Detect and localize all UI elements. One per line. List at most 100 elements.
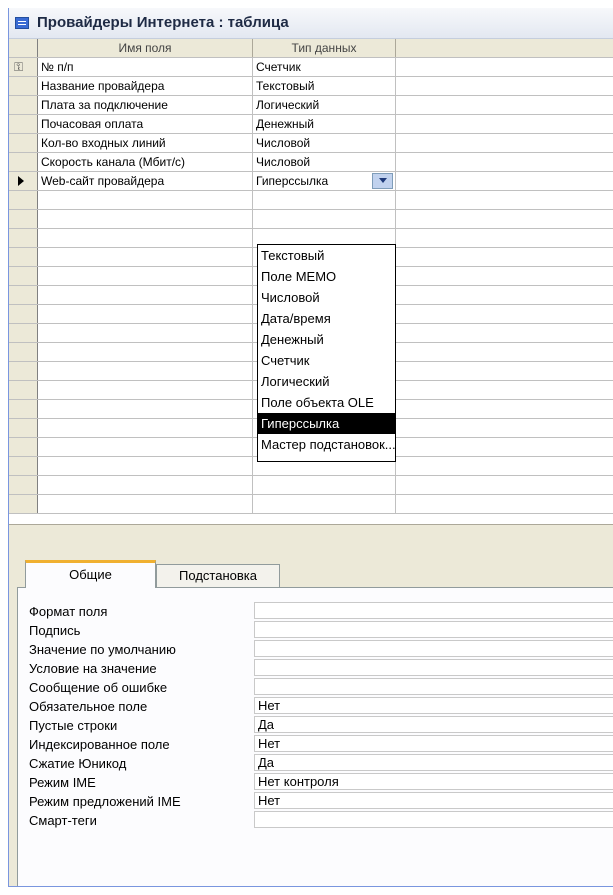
table-row[interactable]: Кол-во входных линий Числовой — [9, 134, 613, 153]
row-selector[interactable] — [9, 210, 38, 228]
field-name-cell[interactable] — [38, 210, 253, 228]
data-type-value[interactable]: Гиперссылка — [256, 174, 328, 188]
row-selector[interactable] — [9, 96, 38, 114]
description-cell[interactable] — [396, 267, 613, 285]
field-name-cell[interactable] — [38, 305, 253, 323]
row-selector[interactable] — [9, 343, 38, 361]
row-selector[interactable] — [9, 134, 38, 152]
row-selector[interactable] — [9, 172, 38, 190]
field-name-cell[interactable] — [38, 324, 253, 342]
description-cell[interactable] — [396, 362, 613, 380]
description-cell[interactable] — [396, 438, 613, 456]
data-type-dropdown-list[interactable]: Текстовый Поле MEMO Числовой Дата/время … — [257, 244, 396, 462]
field-name-cell[interactable] — [38, 419, 253, 437]
description-cell[interactable] — [396, 495, 613, 513]
dropdown-option[interactable]: Логический — [258, 371, 395, 392]
description-cell[interactable] — [396, 77, 613, 95]
field-name-cell[interactable] — [38, 286, 253, 304]
column-header-field-name[interactable]: Имя поля — [38, 39, 253, 57]
row-selector[interactable] — [9, 229, 38, 247]
property-value[interactable] — [254, 602, 613, 619]
table-row[interactable]: Web-сайт провайдера Гиперссылка — [9, 172, 613, 191]
property-value[interactable]: Да — [254, 716, 613, 733]
description-cell[interactable] — [396, 400, 613, 418]
description-cell[interactable] — [396, 210, 613, 228]
field-name-cell[interactable] — [38, 400, 253, 418]
property-value[interactable] — [254, 811, 613, 828]
row-selector[interactable] — [9, 191, 38, 209]
description-cell[interactable] — [396, 381, 613, 399]
dropdown-option[interactable]: Числовой — [258, 287, 395, 308]
data-type-cell[interactable]: Числовой — [253, 153, 396, 171]
field-name-cell[interactable] — [38, 191, 253, 209]
field-name-cell[interactable]: Название провайдера — [38, 77, 253, 95]
field-name-cell[interactable] — [38, 476, 253, 494]
field-name-cell[interactable] — [38, 457, 253, 475]
property-value[interactable]: Нет — [254, 735, 613, 752]
description-cell[interactable] — [396, 96, 613, 114]
field-name-cell[interactable]: Скорость канала (Мбит/с) — [38, 153, 253, 171]
field-name-cell[interactable]: Почасовая оплата — [38, 115, 253, 133]
data-type-cell[interactable]: Текстовый — [253, 77, 396, 95]
description-cell[interactable] — [396, 305, 613, 323]
description-cell[interactable] — [396, 324, 613, 342]
field-name-cell[interactable]: Web-сайт провайдера — [38, 172, 253, 190]
row-selector[interactable] — [9, 305, 38, 323]
field-name-cell[interactable] — [38, 381, 253, 399]
dropdown-option[interactable]: Поле объекта OLE — [258, 392, 395, 413]
data-type-cell[interactable] — [253, 191, 396, 209]
field-name-cell[interactable] — [38, 229, 253, 247]
dropdown-option-selected[interactable]: Гиперссылка — [258, 413, 395, 434]
dropdown-option[interactable]: Мастер подстановок... — [258, 434, 395, 455]
tab-lookup[interactable]: Подстановка — [156, 564, 280, 588]
row-selector[interactable] — [9, 362, 38, 380]
field-name-cell[interactable] — [38, 438, 253, 456]
table-row[interactable]: Плата за подключение Логический — [9, 96, 613, 115]
field-name-cell[interactable]: Кол-во входных линий — [38, 134, 253, 152]
row-selector[interactable]: ⚿ — [9, 58, 38, 76]
data-type-cell[interactable]: Счетчик — [253, 58, 396, 76]
field-name-cell[interactable] — [38, 267, 253, 285]
property-value[interactable] — [254, 678, 613, 695]
description-cell[interactable] — [396, 457, 613, 475]
description-cell[interactable] — [396, 134, 613, 152]
table-row[interactable]: Скорость канала (Мбит/с) Числовой — [9, 153, 613, 172]
row-selector[interactable] — [9, 476, 38, 494]
dropdown-option[interactable]: Счетчик — [258, 350, 395, 371]
description-cell[interactable] — [396, 153, 613, 171]
field-name-cell[interactable] — [38, 343, 253, 361]
empty-row[interactable] — [9, 191, 613, 210]
property-value[interactable] — [254, 659, 613, 676]
field-name-cell[interactable] — [38, 495, 253, 513]
description-cell[interactable] — [396, 343, 613, 361]
empty-row[interactable] — [9, 476, 613, 495]
dropdown-option[interactable]: Дата/время — [258, 308, 395, 329]
row-selector[interactable] — [9, 153, 38, 171]
dropdown-option[interactable]: Поле MEMO — [258, 266, 395, 287]
column-header-description[interactable] — [396, 39, 613, 57]
field-name-cell[interactable]: № п/п — [38, 58, 253, 76]
field-name-cell[interactable]: Плата за подключение — [38, 96, 253, 114]
row-selector[interactable] — [9, 495, 38, 513]
data-type-cell[interactable] — [253, 476, 396, 494]
row-selector[interactable] — [9, 381, 38, 399]
data-type-cell[interactable] — [253, 495, 396, 513]
field-name-cell[interactable] — [38, 362, 253, 380]
row-selector[interactable] — [9, 248, 38, 266]
dropdown-option[interactable]: Текстовый — [258, 245, 395, 266]
row-selector[interactable] — [9, 77, 38, 95]
property-value[interactable] — [254, 621, 613, 638]
description-cell[interactable] — [396, 419, 613, 437]
data-type-cell[interactable]: Логический — [253, 96, 396, 114]
empty-row[interactable] — [9, 210, 613, 229]
property-value[interactable]: Да — [254, 754, 613, 771]
data-type-cell[interactable]: Числовой — [253, 134, 396, 152]
row-selector[interactable] — [9, 324, 38, 342]
row-selector[interactable] — [9, 115, 38, 133]
chevron-down-icon[interactable] — [372, 173, 393, 189]
row-selector[interactable] — [9, 438, 38, 456]
column-header-data-type[interactable]: Тип данных — [253, 39, 396, 57]
data-type-cell[interactable] — [253, 210, 396, 228]
description-cell[interactable] — [396, 476, 613, 494]
description-cell[interactable] — [396, 115, 613, 133]
